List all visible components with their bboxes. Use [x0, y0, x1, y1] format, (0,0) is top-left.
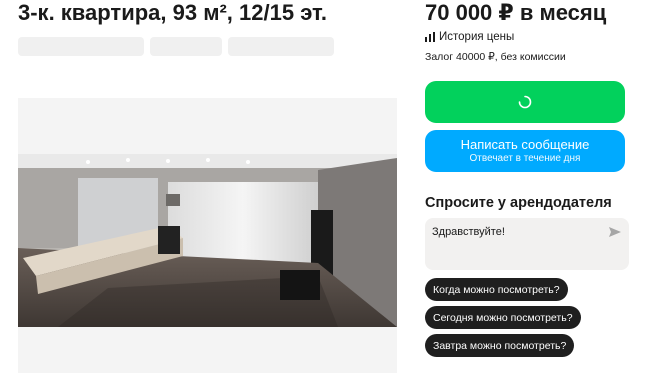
- write-message-label: Написать сообщение: [460, 137, 590, 152]
- ask-landlord-heading: Спросите у арендодателя: [425, 195, 612, 211]
- placeholder-skeleton: [150, 37, 222, 56]
- listing-title: 3-к. квартира, 93 м², 12/15 эт.: [18, 0, 328, 25]
- quick-question-chip[interactable]: Завтра можно посмотреть?: [425, 334, 575, 357]
- price: 70 000 ₽ в месяц: [425, 0, 607, 25]
- quick-question-chip[interactable]: Когда можно посмотреть?: [425, 278, 568, 301]
- quick-question-chip[interactable]: Сегодня можно посмотреть?: [425, 306, 581, 329]
- show-phone-button[interactable]: [425, 81, 625, 123]
- message-input[interactable]: Здравствуйте!: [425, 218, 629, 270]
- message-input-value: Здравствуйте!: [432, 226, 505, 238]
- listing-photo[interactable]: [18, 98, 397, 373]
- loading-spinner-icon: [518, 95, 532, 109]
- deposit-info: Залог 40000 ₽, без комиссии: [425, 51, 566, 63]
- bar-chart-icon: [425, 32, 435, 42]
- placeholder-skeleton: [228, 37, 334, 56]
- living-room-image: [18, 98, 397, 373]
- write-message-button[interactable]: Написать сообщение Отвечает в течение дн…: [425, 130, 625, 172]
- send-icon[interactable]: [608, 225, 622, 239]
- response-time-label: Отвечает в течение дня: [469, 153, 581, 164]
- price-history-label: История цены: [439, 31, 515, 43]
- placeholder-skeleton: [18, 37, 144, 56]
- price-history-link[interactable]: История цены: [425, 31, 514, 43]
